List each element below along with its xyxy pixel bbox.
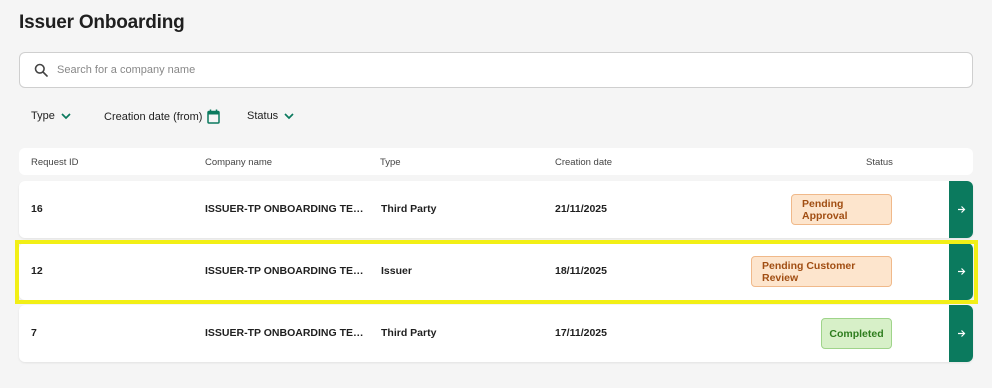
creation-date-cell: 17/11/2025 (555, 327, 607, 339)
filter-type-label: Type (31, 110, 55, 122)
open-request-button[interactable] (949, 181, 973, 238)
status-badge: Completed (821, 318, 892, 349)
filter-creation-date[interactable]: Creation date (from) (104, 109, 221, 124)
open-request-button[interactable] (949, 243, 973, 300)
type-cell: Issuer (381, 265, 412, 277)
column-header-company-name: Company name (205, 157, 273, 168)
type-cell: Third Party (381, 203, 437, 215)
table-row[interactable]: 16 ISSUER-TP ONBOARDING TEST E... Third … (19, 181, 973, 238)
creation-date-cell: 18/11/2025 (555, 265, 607, 277)
arrow-right-icon (957, 267, 966, 276)
search-bar[interactable] (19, 52, 973, 88)
request-id-cell: 7 (31, 327, 37, 339)
company-name-cell: ISSUER-TP ONBOARDING TEST E... (205, 327, 370, 339)
chevron-down-icon (61, 112, 71, 120)
company-name-cell: ISSUER-TP ONBOARDING TEST E... (205, 203, 370, 215)
open-request-button[interactable] (949, 305, 973, 362)
table-row[interactable]: 12 ISSUER-TP ONBOARDING TEST E... Issuer… (19, 243, 973, 300)
column-header-request-id: Request ID (31, 157, 79, 168)
filter-status-dropdown[interactable]: Status (247, 110, 294, 122)
page-title: Issuer Onboarding (19, 12, 185, 33)
request-id-cell: 12 (31, 265, 43, 277)
column-header-type: Type (380, 157, 401, 168)
filter-type-dropdown[interactable]: Type (31, 110, 71, 122)
arrow-right-icon (957, 205, 966, 214)
filter-date-label: Creation date (from) (104, 110, 203, 123)
type-cell: Third Party (381, 327, 437, 339)
creation-date-cell: 21/11/2025 (555, 203, 607, 215)
filter-status-label: Status (247, 110, 279, 122)
table-header: Request ID Company name Type Creation da… (19, 148, 973, 175)
chevron-down-icon (284, 112, 294, 120)
request-id-cell: 16 (31, 203, 43, 215)
table-row[interactable]: 7 ISSUER-TP ONBOARDING TEST E... Third P… (19, 305, 973, 362)
arrow-right-icon (957, 329, 966, 338)
status-badge: Pending Customer Review (751, 256, 892, 287)
column-header-creation-date: Creation date (555, 157, 613, 168)
search-icon (34, 63, 48, 77)
column-header-status: Status (866, 157, 893, 168)
search-input[interactable] (57, 64, 857, 76)
status-badge: Pending Approval (791, 194, 892, 225)
company-name-cell: ISSUER-TP ONBOARDING TEST E... (205, 265, 370, 277)
calendar-icon[interactable] (207, 109, 221, 124)
